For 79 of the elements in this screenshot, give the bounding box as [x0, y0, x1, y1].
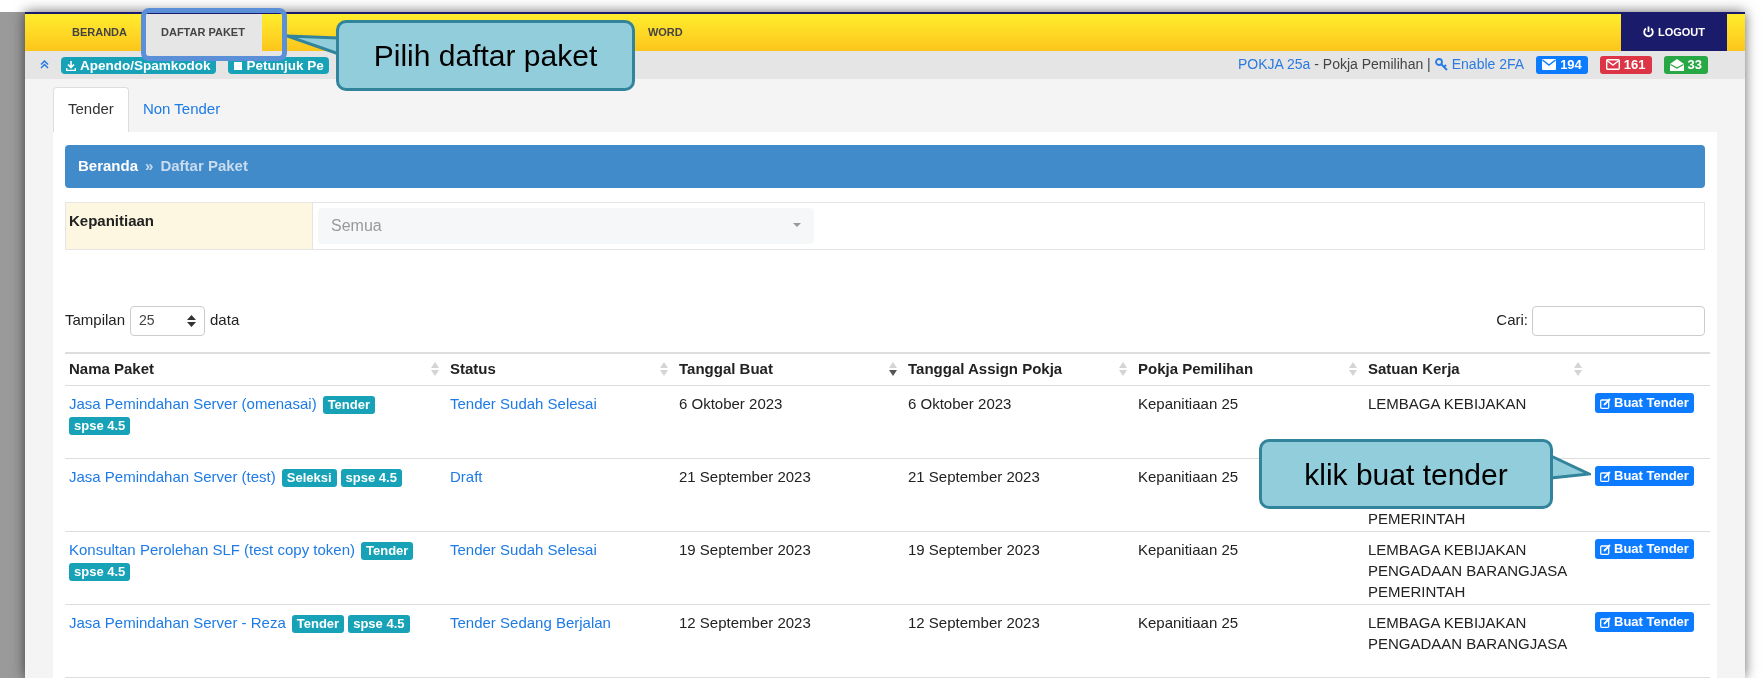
create-tender-button[interactable]: Buat Tender	[1595, 612, 1694, 632]
enable-2fa-link[interactable]: Enable 2FA	[1434, 54, 1525, 76]
envelope-icon	[1605, 59, 1620, 71]
table-cell: 19 September 2023	[908, 541, 1040, 558]
length-label: Tampilan	[65, 310, 126, 331]
package-link[interactable]: Jasa Pemindahan Server (omenasai)	[69, 395, 317, 412]
column-header[interactable]: Pokja Pemilihan	[1138, 358, 1254, 381]
table-cell: 12 September 2023	[908, 614, 1040, 631]
filter-label: Kepanitiaan	[66, 202, 313, 249]
page-length-select[interactable]: 25	[130, 305, 206, 336]
table-cell: 21 September 2023	[679, 468, 811, 485]
breadcrumb-link[interactable]: Beranda	[78, 154, 139, 178]
status-link[interactable]: Tender Sedang Berjalan	[450, 614, 611, 631]
package-link[interactable]: Konsultan Perolehan SLF (test copy token)	[69, 541, 355, 558]
status-link[interactable]: Draft	[450, 468, 483, 485]
table-cell: 19 September 2023	[679, 541, 811, 558]
edit-icon	[1600, 616, 1611, 628]
tab[interactable]: Non Tender	[128, 86, 235, 132]
nav-link[interactable]: BERANDA	[55, 14, 144, 51]
tag: Tender	[361, 542, 414, 561]
package-link[interactable]: Jasa Pemindahan Server (test)	[69, 468, 276, 485]
edit-icon	[1600, 397, 1611, 409]
table-cell: 6 Oktober 2023	[679, 395, 783, 412]
open-envelope-icon	[1669, 58, 1684, 71]
table-cell: Kepanitiaan 25	[1138, 395, 1239, 412]
tag: spse 4.5	[348, 615, 410, 634]
tag: Tender	[322, 396, 375, 415]
logout-button[interactable]: LOGOUT	[1621, 14, 1727, 51]
status-link[interactable]: Tender Sudah Selesai	[450, 541, 597, 558]
tag: Seleksi	[281, 469, 337, 488]
create-tender-button[interactable]: Buat Tender	[1595, 539, 1694, 559]
table-cell-text: LEMBAGA KEBIJAKAN	[1368, 394, 1528, 414]
search-label: Cari:	[1496, 310, 1528, 331]
search-field[interactable]	[1532, 305, 1705, 336]
table-cell-text: LEMBAGA KEBIJAKAN PENGADAAN BARANGJASA	[1368, 613, 1569, 654]
column-header[interactable]: Status	[450, 358, 496, 381]
column-header[interactable]: Tanggal Buat	[679, 358, 773, 381]
key-icon	[1434, 58, 1448, 72]
callout: klik buat tender	[1259, 439, 1553, 509]
select-field[interactable]: Semua	[318, 207, 814, 244]
column-header[interactable]: Satuan Kerja	[1368, 358, 1460, 381]
create-tender-button[interactable]: Buat Tender	[1595, 466, 1694, 486]
spinner-icon	[187, 314, 197, 327]
table-cell: 21 September 2023	[908, 468, 1040, 485]
tab[interactable]: Tender	[53, 86, 129, 132]
table-cell: Kepanitiaan 25	[1138, 614, 1239, 631]
table-cell: 6 Oktober 2023	[908, 395, 1012, 412]
breadcrumb-separator: »	[145, 155, 154, 176]
create-tender-button[interactable]: Buat Tender	[1595, 393, 1694, 413]
column-header[interactable]: Tanggal Assign Pokja	[908, 358, 1063, 381]
download-icon	[66, 60, 76, 71]
callout: Pilih daftar paket	[336, 20, 635, 91]
table-cell: 12 September 2023	[679, 614, 811, 631]
message-count-badge[interactable]: 161	[1599, 55, 1652, 74]
breadcrumb-current: Daftar Paket	[160, 155, 248, 176]
nav-link[interactable]: DAFTAR PAKET	[144, 14, 262, 51]
package-link[interactable]: Jasa Pemindahan Server - Reza	[69, 614, 286, 631]
tag: spse 4.5	[69, 563, 131, 582]
role-text: - Pokja Pemilihan |	[1313, 55, 1431, 75]
power-icon	[1642, 26, 1654, 39]
tag: spse 4.5	[69, 417, 131, 436]
table-cell: Kepanitiaan 25	[1138, 468, 1239, 485]
message-count-badge[interactable]: 194	[1536, 55, 1588, 74]
edit-icon	[1600, 543, 1611, 555]
length-suffix: data	[210, 310, 240, 331]
nav-link[interactable]: WORD	[647, 14, 700, 51]
status-link[interactable]: Tender Sudah Selesai	[450, 395, 597, 412]
table-cell-text: PEMERINTAH	[1368, 509, 1467, 529]
table-cell: Kepanitiaan 25	[1138, 541, 1239, 558]
envelope-icon	[1542, 59, 1557, 71]
tag: Tender	[291, 615, 345, 634]
double-chevron-up-icon[interactable]	[40, 60, 49, 70]
table-cell-text: LEMBAGA KEBIJAKAN PENGADAAN BARANGJASA PEMERINTAH	[1368, 540, 1568, 602]
column-header[interactable]: Nama Paket	[69, 358, 155, 381]
edit-icon	[1600, 470, 1611, 482]
caret-icon	[793, 223, 801, 228]
user-link[interactable]: POKJA 25a	[1238, 54, 1311, 76]
message-count-badge[interactable]: 33	[1663, 55, 1708, 74]
tag: spse 4.5	[340, 469, 402, 488]
